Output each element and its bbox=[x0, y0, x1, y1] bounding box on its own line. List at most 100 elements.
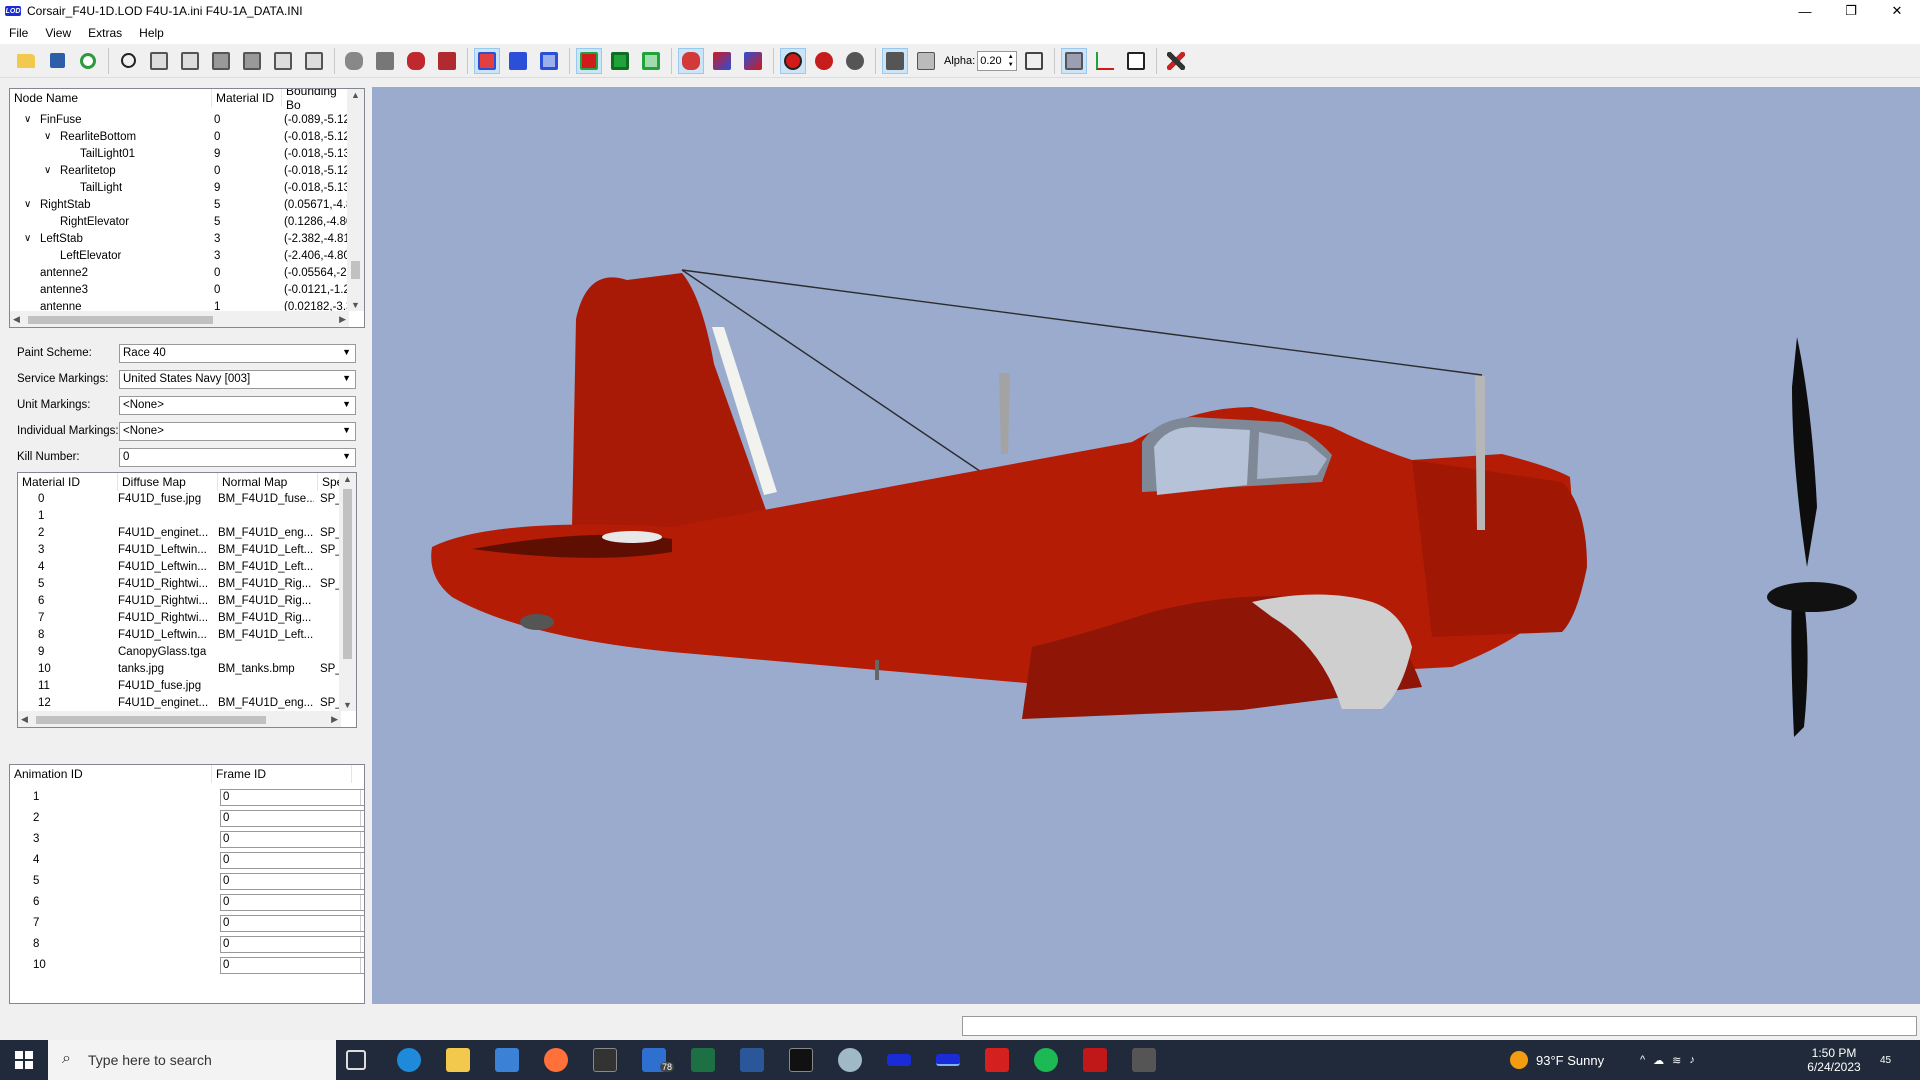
task-view-icon[interactable] bbox=[346, 1050, 366, 1070]
tree-node-row[interactable]: antenne3 0 (-0.0121,-1.2 bbox=[10, 283, 349, 300]
excel-icon[interactable] bbox=[691, 1048, 715, 1072]
view-bottom-button[interactable] bbox=[239, 48, 265, 74]
material-row[interactable]: 11 F4U1D_fuse.jpg bbox=[18, 679, 341, 696]
7zip-icon[interactable] bbox=[789, 1048, 813, 1072]
box-open-button[interactable] bbox=[1123, 48, 1149, 74]
file-explorer-icon[interactable] bbox=[446, 1048, 470, 1072]
frame-id-spinbox[interactable]: 0 ▲▼ bbox=[220, 894, 364, 911]
frame-id-spinbox[interactable]: 0 ▲▼ bbox=[220, 810, 364, 827]
spin-arrows-icon[interactable]: ▲▼ bbox=[360, 958, 364, 973]
shade-smooth-button[interactable] bbox=[341, 48, 367, 74]
open-file-button[interactable] bbox=[13, 48, 39, 74]
outline-green-button[interactable] bbox=[638, 48, 664, 74]
mcafee-icon[interactable] bbox=[1083, 1048, 1107, 1072]
menu-view[interactable]: View bbox=[45, 26, 71, 40]
transparent-cube-button[interactable] bbox=[913, 48, 939, 74]
frame-id-spinbox[interactable]: 0 ▲▼ bbox=[220, 789, 364, 806]
shade-textured-flat-button[interactable] bbox=[434, 48, 460, 74]
view-back-button[interactable] bbox=[177, 48, 203, 74]
explosion-button[interactable] bbox=[842, 48, 868, 74]
dropdown-arrow-icon[interactable]: ▼ bbox=[342, 399, 351, 409]
frame-id-spinbox[interactable]: 0 ▲▼ bbox=[220, 957, 364, 974]
material-row[interactable]: 10 tanks.jpg BM_tanks.bmp SP_ bbox=[18, 662, 341, 679]
clock[interactable]: 1:50 PM 6/24/2023 bbox=[1804, 1040, 1864, 1080]
column-header-frame-id[interactable]: Frame ID bbox=[212, 765, 352, 783]
view-right-button[interactable] bbox=[301, 48, 327, 74]
lighting-toggle[interactable] bbox=[678, 47, 704, 74]
column-header-material-id[interactable]: Material ID bbox=[212, 89, 282, 107]
scroll-thumb[interactable] bbox=[351, 261, 360, 279]
frame-id-spinbox[interactable]: 0 ▲▼ bbox=[220, 831, 364, 848]
material-row[interactable]: 8 F4U1D_Leftwin... BM_F4U1D_Left... bbox=[18, 628, 341, 645]
expand-chevron-icon[interactable]: ∨ bbox=[24, 199, 31, 210]
chevron-up-icon[interactable]: ^ bbox=[1640, 1054, 1653, 1066]
spin-arrows-icon[interactable]: ▲▼ bbox=[360, 853, 364, 868]
system-tray-icons[interactable]: ^ ☁ ≋ ♪ bbox=[1640, 1040, 1703, 1080]
markings-dropdown[interactable]: <None> ▼ bbox=[119, 422, 356, 441]
spin-arrows-icon[interactable]: ▲▼ bbox=[360, 937, 364, 952]
spin-arrows-icon[interactable]: ▲▼ bbox=[360, 874, 364, 889]
dropdown-arrow-icon[interactable]: ▼ bbox=[342, 451, 351, 461]
save-button[interactable] bbox=[44, 48, 70, 74]
frame-id-spinbox[interactable]: 0 ▲▼ bbox=[220, 936, 364, 953]
tools-button[interactable] bbox=[1163, 48, 1189, 74]
scroll-right-icon[interactable]: ▶ bbox=[339, 314, 346, 325]
axes-button[interactable] bbox=[1092, 48, 1118, 74]
menu-help[interactable]: Help bbox=[139, 26, 164, 40]
scroll-down-icon[interactable]: ▼ bbox=[343, 700, 352, 710]
column-header-node-name[interactable]: Node Name bbox=[10, 89, 212, 107]
scroll-up-icon[interactable]: ▲ bbox=[351, 90, 360, 100]
materials-vertical-scrollbar[interactable]: ▲ ▼ bbox=[339, 473, 356, 711]
material-row[interactable]: 2 F4U1D_enginet... BM_F4U1D_eng... SP_ bbox=[18, 526, 341, 543]
spin-arrows-icon[interactable]: ▲▼ bbox=[360, 916, 364, 931]
frame-id-spinbox[interactable]: 0 ▲▼ bbox=[220, 915, 364, 932]
scroll-up-icon[interactable]: ▲ bbox=[343, 474, 352, 484]
spotify-icon[interactable] bbox=[1034, 1048, 1058, 1072]
menu-file[interactable]: File bbox=[9, 26, 28, 40]
paint-icon[interactable] bbox=[838, 1048, 862, 1072]
scroll-down-icon[interactable]: ▼ bbox=[351, 300, 360, 310]
maximize-button[interactable]: ❐ bbox=[1828, 0, 1874, 22]
edge-browser-icon[interactable] bbox=[397, 1048, 421, 1072]
background-toggle[interactable] bbox=[1061, 47, 1088, 74]
tree-node-row[interactable]: ∨ LeftStab 3 (-2.382,-4.81 bbox=[10, 232, 349, 249]
menu-extras[interactable]: Extras bbox=[88, 26, 122, 40]
shade-textured-button[interactable] bbox=[403, 48, 429, 74]
lod-app-active-icon[interactable] bbox=[936, 1054, 960, 1066]
material-row[interactable]: 0 F4U1D_fuse.jpg BM_F4U1D_fuse... SP_ bbox=[18, 492, 341, 509]
tree-node-row[interactable]: TailLight 9 (-0.018,-5.13 bbox=[10, 181, 349, 198]
word-icon[interactable] bbox=[740, 1048, 764, 1072]
wifi-icon[interactable]: ≋ bbox=[1672, 1054, 1689, 1067]
frame-id-spinbox[interactable]: 0 ▲▼ bbox=[220, 852, 364, 869]
expand-chevron-icon[interactable]: ∨ bbox=[44, 131, 51, 142]
column-header-normal-map[interactable]: Normal Map bbox=[218, 473, 318, 491]
expand-chevron-icon[interactable]: ∨ bbox=[24, 114, 31, 125]
spin-arrows-icon[interactable]: ▲▼ bbox=[360, 811, 364, 826]
column-header-animation-id[interactable]: Animation ID bbox=[10, 765, 212, 783]
shade-flat-button[interactable] bbox=[372, 48, 398, 74]
markings-dropdown[interactable]: <None> ▼ bbox=[119, 396, 356, 415]
acrobat-icon[interactable] bbox=[985, 1048, 1009, 1072]
zoom-extents-button[interactable] bbox=[115, 48, 141, 74]
spin-arrows-icon[interactable]: ▲▼ bbox=[360, 895, 364, 910]
start-button[interactable] bbox=[0, 1040, 48, 1080]
scroll-left-icon[interactable]: ◀ bbox=[21, 714, 28, 725]
markings-dropdown[interactable]: United States Navy [003] ▼ bbox=[119, 370, 356, 389]
material-row[interactable]: 6 F4U1D_Rightwi... BM_F4U1D_Rig... bbox=[18, 594, 341, 611]
view-front-button[interactable] bbox=[146, 48, 172, 74]
markings-dropdown[interactable]: Race 40 ▼ bbox=[119, 344, 356, 363]
store-icon[interactable] bbox=[495, 1048, 519, 1072]
bomb-button[interactable] bbox=[811, 48, 837, 74]
wireframe-toggle[interactable] bbox=[474, 47, 500, 74]
light-blue-button[interactable] bbox=[740, 48, 766, 74]
spin-arrows-icon[interactable]: ▲▼ bbox=[1006, 53, 1015, 69]
frame-id-spinbox[interactable]: 0 ▲▼ bbox=[220, 873, 364, 890]
tree-node-row[interactable]: ∨ RightStab 5 (0.05671,-4.8 bbox=[10, 198, 349, 215]
solid-green-button[interactable] bbox=[607, 48, 633, 74]
cloud-icon[interactable]: ☁ bbox=[1653, 1054, 1672, 1067]
light-red-button[interactable] bbox=[709, 48, 735, 74]
game-icon[interactable] bbox=[1132, 1048, 1156, 1072]
3d-viewport[interactable] bbox=[372, 87, 1920, 1004]
material-row[interactable]: 3 F4U1D_Leftwin... BM_F4U1D_Left... SP_ bbox=[18, 543, 341, 560]
view-top-button[interactable] bbox=[208, 48, 234, 74]
